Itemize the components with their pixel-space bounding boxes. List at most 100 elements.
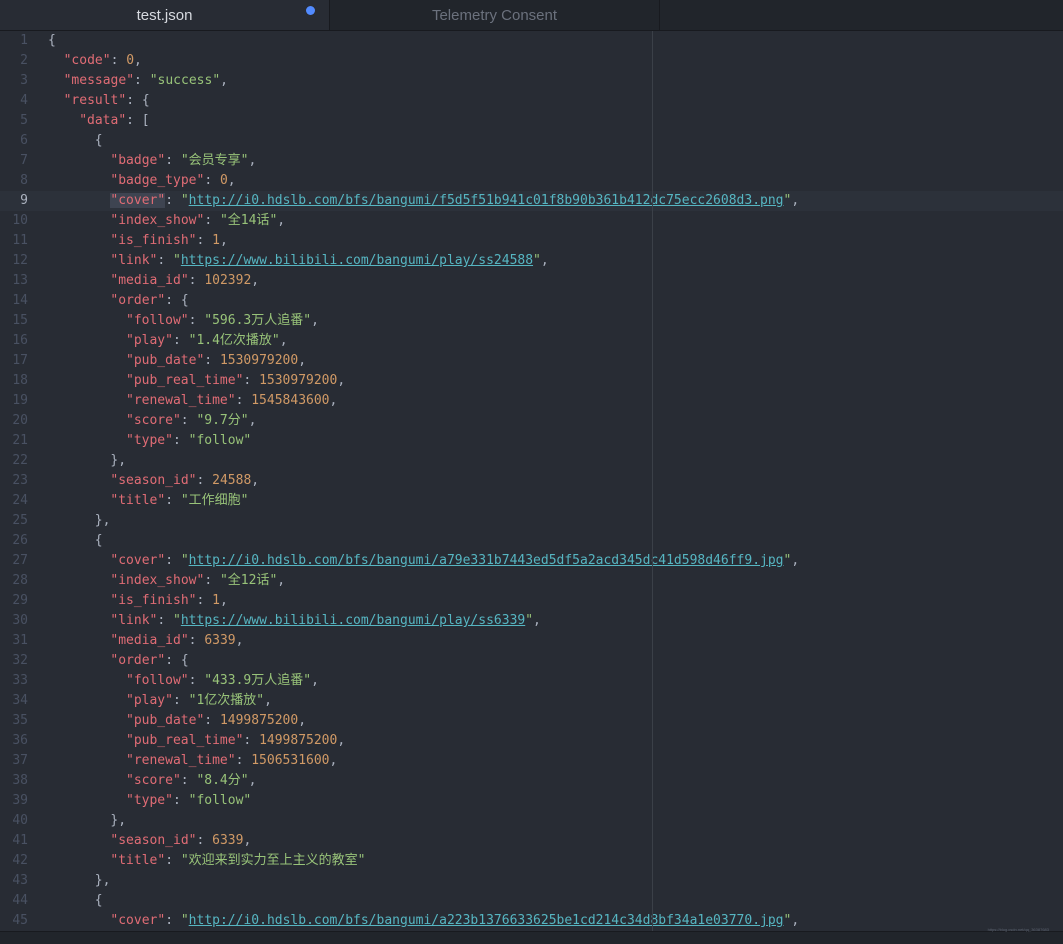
code-content: "follow": "433.9万人追番", (126, 671, 319, 691)
code-line[interactable]: 36 "pub_real_time": 1499875200, (0, 731, 1063, 751)
json-key: "title" (110, 493, 166, 508)
code-content: "media_id": 102392, (110, 271, 259, 291)
json-string: "1.4亿次播放" (188, 333, 280, 348)
line-number: 10 (12, 213, 28, 228)
code-line[interactable]: 37 "renewal_time": 1506531600, (0, 751, 1063, 771)
code-line[interactable]: 23 "season_id": 24588, (0, 471, 1063, 491)
code-line[interactable]: 11 "is_finish": 1, (0, 231, 1063, 251)
code-line[interactable]: 7 "badge": "会员专享", (0, 151, 1063, 171)
code-line[interactable]: 31 "media_id": 6339, (0, 631, 1063, 651)
line-number: 25 (12, 513, 28, 528)
code-line[interactable]: 29 "is_finish": 1, (0, 591, 1063, 611)
line-number: 1 (20, 33, 28, 48)
code-line[interactable]: 1{ (0, 31, 1063, 51)
json-string: "1亿次播放" (188, 693, 265, 708)
code-content: "is_finish": 1, (110, 231, 227, 251)
code-line[interactable]: 3 "message": "success", (0, 71, 1063, 91)
code-line[interactable]: 8 "badge_type": 0, (0, 171, 1063, 191)
json-punctuation: , (329, 753, 338, 768)
json-string: " (180, 553, 189, 568)
code-line[interactable]: 9 "cover": "http://i0.hdslb.com/bfs/bangu… (0, 191, 1063, 211)
code-content: }, (110, 811, 126, 831)
code-content: "message": "success", (64, 71, 228, 91)
code-line[interactable]: 14 "order": { (0, 291, 1063, 311)
code-content: "index_show": "全14话", (110, 211, 285, 231)
code-line[interactable]: 15 "follow": "596.3万人追番", (0, 311, 1063, 331)
code-line[interactable]: 2 "code": 0, (0, 51, 1063, 71)
json-key: "type" (126, 433, 173, 448)
code-line[interactable]: 42 "title": "欢迎来到实力至上主义的教室" (0, 851, 1063, 871)
code-content: "cover": "http://i0.hdslb.com/bfs/bangum… (110, 551, 799, 571)
code-content: "link": "https://www.bilibili.com/bangum… (110, 251, 548, 271)
json-url-link[interactable]: https://www.bilibili.com/bangumi/play/ss… (181, 253, 533, 268)
json-key: "cover" (110, 913, 166, 928)
code-content: "renewal_time": 1506531600, (126, 751, 337, 771)
code-line[interactable]: 44 { (0, 891, 1063, 911)
code-line[interactable]: 27 "cover": "http://i0.hdslb.com/bfs/bang… (0, 551, 1063, 571)
code-line[interactable]: 30 "link": "https://www.bilibili.com/bang… (0, 611, 1063, 631)
code-line[interactable]: 26 { (0, 531, 1063, 551)
code-line[interactable]: 38 "score": "8.4分", (0, 771, 1063, 791)
json-number: 1499875200 (219, 713, 299, 728)
code-editor[interactable]: 1{2 "code": 0, 3 "message": "success", 4 "res… (0, 31, 1063, 931)
json-key: "play" (126, 693, 173, 708)
code-line[interactable]: 18 "pub_real_time": 1530979200, (0, 371, 1063, 391)
tab-telemetry-consent[interactable]: Telemetry Consent (330, 0, 660, 30)
json-punctuation: , (227, 173, 236, 188)
json-number: 1 (212, 593, 220, 608)
code-line[interactable]: 20 "score": "9.7分", (0, 411, 1063, 431)
code-content: { (95, 891, 103, 911)
code-line[interactable]: 19 "renewal_time": 1545843600, (0, 391, 1063, 411)
code-line[interactable]: 39 "type": "follow" (0, 791, 1063, 811)
tab-test-json[interactable]: test.json (0, 0, 330, 30)
line-number: 42 (12, 853, 28, 868)
json-punctuation: , (337, 733, 346, 748)
line-number: 4 (20, 93, 28, 108)
json-url-link[interactable]: http://i0.hdslb.com/bfs/bangumi/a223b137… (189, 913, 784, 928)
code-line[interactable]: 41 "season_id": 6339, (0, 831, 1063, 851)
json-url-link[interactable]: https://www.bilibili.com/bangumi/play/ss… (181, 613, 525, 628)
line-number: 43 (12, 873, 28, 888)
code-line[interactable]: 22}, (0, 451, 1063, 471)
line-number: 29 (12, 593, 28, 608)
code-line[interactable]: 33 "follow": "433.9万人追番", (0, 671, 1063, 691)
code-content: "type": "follow" (126, 431, 251, 451)
json-key: "renewal_time" (126, 393, 236, 408)
code-line[interactable]: 16 "play": "1.4亿次播放", (0, 331, 1063, 351)
json-punctuation: , (134, 53, 142, 68)
code-line[interactable]: 12 "link": "https://www.bilibili.com/bang… (0, 251, 1063, 271)
json-string: "欢迎来到实力至上主义的教室" (180, 853, 366, 868)
code-line[interactable]: 32 "order": { (0, 651, 1063, 671)
code-line[interactable]: 25}, (0, 511, 1063, 531)
code-line[interactable]: 24 "title": "工作细胞" (0, 491, 1063, 511)
json-url-link[interactable]: http://i0.hdslb.com/bfs/bangumi/f5d5f51b… (189, 193, 784, 208)
horizontal-scrollbar[interactable] (0, 931, 1063, 944)
json-punctuation: , (791, 913, 800, 928)
code-line[interactable]: 6{ (0, 131, 1063, 151)
json-string: "433.9万人追番" (204, 673, 312, 688)
code-line[interactable]: 17 "pub_date": 1530979200, (0, 351, 1063, 371)
json-punctuation: , (311, 313, 319, 328)
code-line[interactable]: 13 "media_id": 102392, (0, 271, 1063, 291)
json-punctuation: : [ (126, 113, 150, 128)
json-punctuation: : (172, 333, 189, 348)
json-punctuation: , (251, 473, 260, 488)
code-line[interactable]: 45 "cover": "http://i0.hdslb.com/bfs/bang… (0, 911, 1063, 931)
code-line[interactable]: 10 "index_show": "全14话", (0, 211, 1063, 231)
json-url-link[interactable]: http://i0.hdslb.com/bfs/bangumi/a79e331b… (189, 553, 784, 568)
code-line[interactable]: 35 "pub_date": 1499875200, (0, 711, 1063, 731)
line-number: 44 (12, 893, 28, 908)
line-number: 30 (12, 613, 28, 628)
code-line[interactable]: 40}, (0, 811, 1063, 831)
code-line[interactable]: 21 "type": "follow" (0, 431, 1063, 451)
code-content: { (95, 531, 103, 551)
json-key: "index_show" (110, 213, 205, 228)
json-key: "follow" (126, 313, 189, 328)
line-number: 37 (12, 753, 28, 768)
code-line[interactable]: 5 "data": [ (0, 111, 1063, 131)
code-line[interactable]: 43}, (0, 871, 1063, 891)
code-line[interactable]: 4 "result": { (0, 91, 1063, 111)
code-line[interactable]: 28 "index_show": "全12话", (0, 571, 1063, 591)
code-line[interactable]: 34 "play": "1亿次播放", (0, 691, 1063, 711)
json-punctuation: : (172, 433, 189, 448)
